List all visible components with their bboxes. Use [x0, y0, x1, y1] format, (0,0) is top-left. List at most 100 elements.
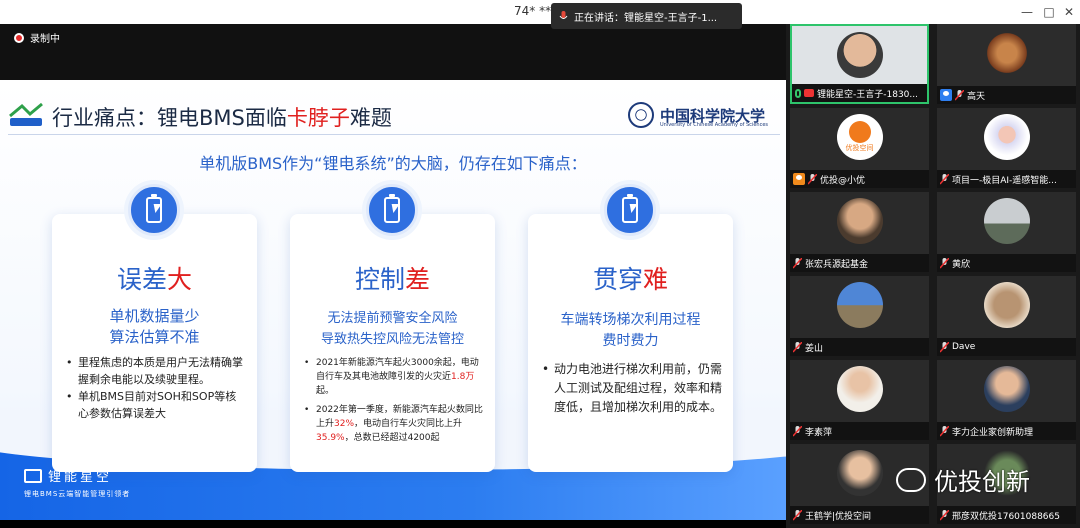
participant-tile[interactable]: 优投空间 优投@小优 [790, 108, 929, 188]
mic-icon [559, 10, 568, 19]
mic-muted-icon [940, 257, 949, 269]
battery-icon [622, 194, 638, 223]
participant-tile[interactable]: 高天 [937, 24, 1076, 104]
brand-logo-icon [9, 102, 43, 126]
bullet-text: ，电动自行车火灾同比上升 [354, 419, 463, 429]
list-item: 2021年新能源汽车起火3000余起，电动自行车及其电池故障引发的火灾近1.8万… [304, 356, 485, 398]
mic-muted-icon [940, 173, 949, 185]
video-feed [790, 192, 929, 254]
card-subtitle-line: 无法提前预警安全风险 [327, 311, 458, 326]
card-subtitle: 车端转场梯次利用过程 费时费力 [528, 310, 733, 352]
participant-name: 邢彦双优投17601088665 [952, 511, 1060, 522]
recording-bar [0, 24, 786, 80]
avatar [836, 32, 883, 78]
participant-name: 李力企业家创新助理 [952, 427, 1034, 438]
video-feed [937, 360, 1076, 422]
participant-label: 优投@小优 [790, 170, 929, 188]
participant-label: 张宏兵源起基金 [790, 254, 929, 272]
title-divider [8, 134, 780, 135]
recording-label: 录制中 [30, 34, 60, 45]
university-seal-icon [628, 102, 654, 128]
video-feed [937, 108, 1076, 170]
card-heading: 控制差 [290, 260, 495, 296]
video-feed [937, 192, 1076, 254]
list-item: 单机BMS目前对SOH和SOP等核心参数估算误差大 [66, 388, 247, 422]
pain-point-card-penetration: 贯穿难 车端转场梯次利用过程 费时费力 动力电池进行梯次利用前，仍需人工测试及配… [528, 214, 733, 472]
avatar [836, 450, 883, 496]
card-subtitle-line: 费时费力 [602, 333, 659, 349]
participant-tile[interactable]: 项目一-极目AI-遥感智能... [937, 108, 1076, 188]
bullet-highlight: 32% [334, 419, 355, 429]
record-icon [14, 32, 24, 43]
wechat-icon [896, 467, 926, 492]
participant-tile[interactable]: 李素萍 [790, 360, 929, 440]
brand-mark-icon [24, 468, 42, 483]
participant-label: 锂能星空-王言子-1830... [792, 84, 927, 102]
video-feed [937, 24, 1076, 86]
university-name-en: University of Chinese Academy of Science… [660, 122, 768, 128]
participant-name: 张宏兵源起基金 [805, 259, 869, 270]
participant-label: 黄欣 [937, 254, 1076, 272]
participant-tile[interactable]: 黄欣 [937, 192, 1076, 272]
user-icon [940, 89, 952, 101]
participant-tile[interactable]: 锂能星空-王言子-1830... [790, 24, 929, 104]
slide-subtitle: 单机版BMS作为“锂电系统”的大脑，仍存在如下痛点： [199, 154, 587, 173]
presentation-slide: 行业痛点：锂电BMS面临卡脖子难题 中国科学院大学 University of … [0, 80, 786, 520]
minimize-button[interactable]: — [1018, 3, 1036, 21]
card-heading-text: 贯穿 [592, 265, 643, 294]
participant-tile[interactable]: 张宏兵源起基金 [790, 192, 929, 272]
slide-title-suffix: 难题 [349, 106, 392, 130]
slide-title-text: 行业痛点：锂电BMS面临 [52, 106, 287, 130]
card-subtitle-line: 车端转场梯次利用过程 [560, 312, 701, 328]
slide-brand-footer: 锂能星空 锂电BMS云端智能管理引领者 [24, 466, 130, 499]
avatar [836, 282, 883, 328]
video-feed [792, 26, 927, 88]
maximize-button[interactable]: □ [1040, 3, 1058, 21]
participant-tile[interactable]: 李力企业家创新助理 [937, 360, 1076, 440]
avatar [983, 30, 1030, 76]
participant-label: 邢彦双优投17601088665 [937, 506, 1076, 524]
card-heading-text: 误差 [116, 265, 167, 294]
mic-muted-icon [793, 509, 802, 521]
window-title-bar: 74* *** — □ ✕ [0, 0, 1080, 24]
participant-label: 王鹤学|优投空间 [790, 506, 929, 524]
participant-label: 项目一-极目AI-遥感智能... [937, 170, 1076, 188]
user-icon [793, 173, 805, 185]
participant-name: Dave [952, 342, 976, 352]
avatar [983, 366, 1030, 412]
card-subtitle-line: 导致热失控风险无法管控 [320, 332, 464, 347]
meeting-window: 74* *** — □ ✕ 正在讲话：锂能星空-王言子-1... 录制中 行业痛… [0, 0, 1080, 528]
video-feed [937, 276, 1076, 338]
card-bullets: 2021年新能源汽车起火3000余起，电动自行车及其电池故障引发的火灾近1.8万… [304, 356, 485, 445]
participant-tile[interactable]: 姜山 [790, 276, 929, 356]
close-button[interactable]: ✕ [1060, 3, 1078, 21]
bullet-highlight: 1.8万 [451, 372, 475, 382]
participant-tile[interactable]: Dave [937, 276, 1076, 356]
participant-name: 锂能星空-王言子-1830... [817, 89, 918, 100]
battery-badge [128, 184, 180, 236]
participant-label: 李素萍 [790, 422, 929, 440]
participant-name: 项目一-极目AI-遥感智能... [952, 175, 1057, 186]
card-heading: 贯穿难 [528, 260, 733, 296]
youtou-logo-text: 优投空间 [845, 144, 874, 152]
slide-title: 行业痛点：锂电BMS面临卡脖子难题 [52, 102, 392, 132]
slide-title-highlight: 卡脖子 [286, 106, 350, 130]
avatar [983, 114, 1030, 160]
avatar [836, 366, 883, 412]
mic-muted-icon [940, 341, 949, 353]
mic-muted-icon [793, 341, 802, 353]
avatar [983, 282, 1030, 328]
bullet-text: 起。 [316, 386, 335, 396]
participant-name: 王鹤学|优投空间 [805, 511, 872, 522]
screen-share-icon [804, 89, 814, 97]
card-bullets: 里程焦虑的本质是用户无法精确掌握剩余电能以及续驶里程。 单机BMS目前对SOH和… [66, 354, 247, 422]
list-item: 2022年第一季度，新能源汽车起火数同比上升32%，电动自行车火灾同比上升35.… [304, 403, 485, 445]
battery-icon [146, 194, 162, 223]
recording-indicator[interactable]: 录制中 [14, 30, 60, 45]
pain-point-card-error: 误差大 单机数据量少 算法估算不准 里程焦虑的本质是用户无法精确掌握剩余电能以及… [52, 214, 257, 472]
video-feed [790, 276, 929, 338]
mic-muted-icon [808, 173, 817, 185]
participant-gallery: 锂能星空-王言子-1830... 高天 优投空间 优投@小优 项目一-极目AI-… [786, 24, 1080, 528]
participant-name: 高天 [967, 91, 986, 102]
university-logo: 中国科学院大学 University of Chinese Academy of… [628, 102, 768, 128]
